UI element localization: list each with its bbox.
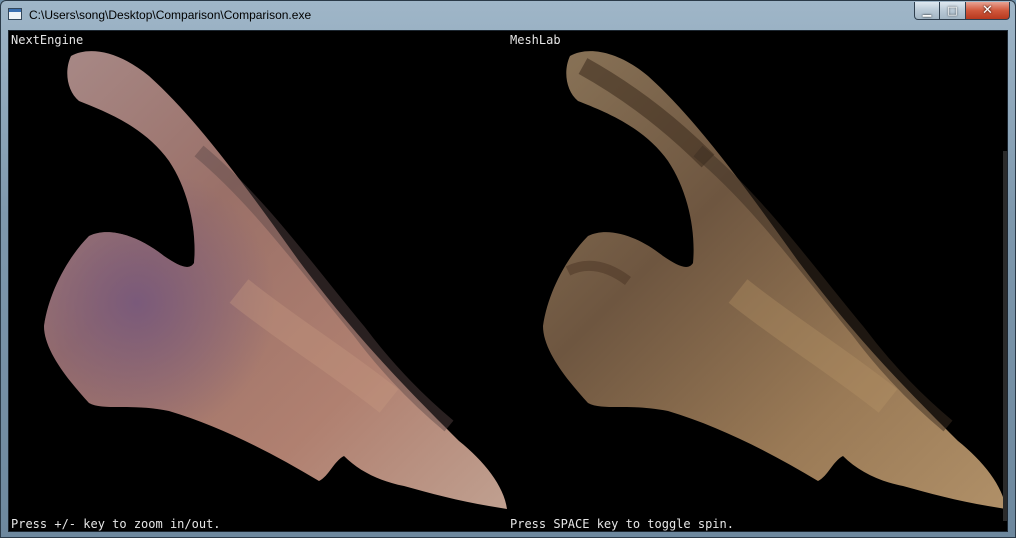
nextengine-viewport[interactable]: NextEngine Press +/- key to zoom in/out. [9, 31, 508, 531]
application-window: C:\Users\song\Desktop\Comparison\Compari… [0, 0, 1016, 538]
zoom-hint-text: Press +/- key to zoom in/out. [11, 517, 221, 531]
viewport-label-meshlab: MeshLab [510, 33, 561, 47]
viewport-label-nextengine: NextEngine [11, 33, 84, 47]
close-button[interactable]: ✕ [966, 2, 1010, 20]
window-controls: ▁ □ ✕ [914, 2, 1010, 20]
spin-hint-text: Press SPACE key to toggle spin. [510, 517, 734, 531]
nextengine-bone-model [44, 51, 507, 510]
window-title: C:\Users\song\Desktop\Comparison\Compari… [29, 8, 312, 22]
render-canvas[interactable]: NextEngine Press +/- key to zoom in/out. [8, 30, 1008, 532]
title-bar[interactable]: C:\Users\song\Desktop\Comparison\Compari… [1, 1, 1015, 29]
maximize-icon: □ [947, 4, 958, 17]
right-edge-strip [1003, 151, 1007, 521]
maximize-button[interactable]: □ [940, 2, 966, 20]
meshlab-viewport[interactable]: MeshLab Press SPACE key to toggle spin. [508, 31, 1007, 531]
meshlab-bone-model [543, 51, 1006, 510]
minimize-button[interactable]: ▁ [914, 2, 940, 20]
minimize-icon: ▁ [922, 4, 932, 17]
app-window-icon[interactable] [8, 8, 22, 20]
close-icon: ✕ [982, 3, 993, 18]
